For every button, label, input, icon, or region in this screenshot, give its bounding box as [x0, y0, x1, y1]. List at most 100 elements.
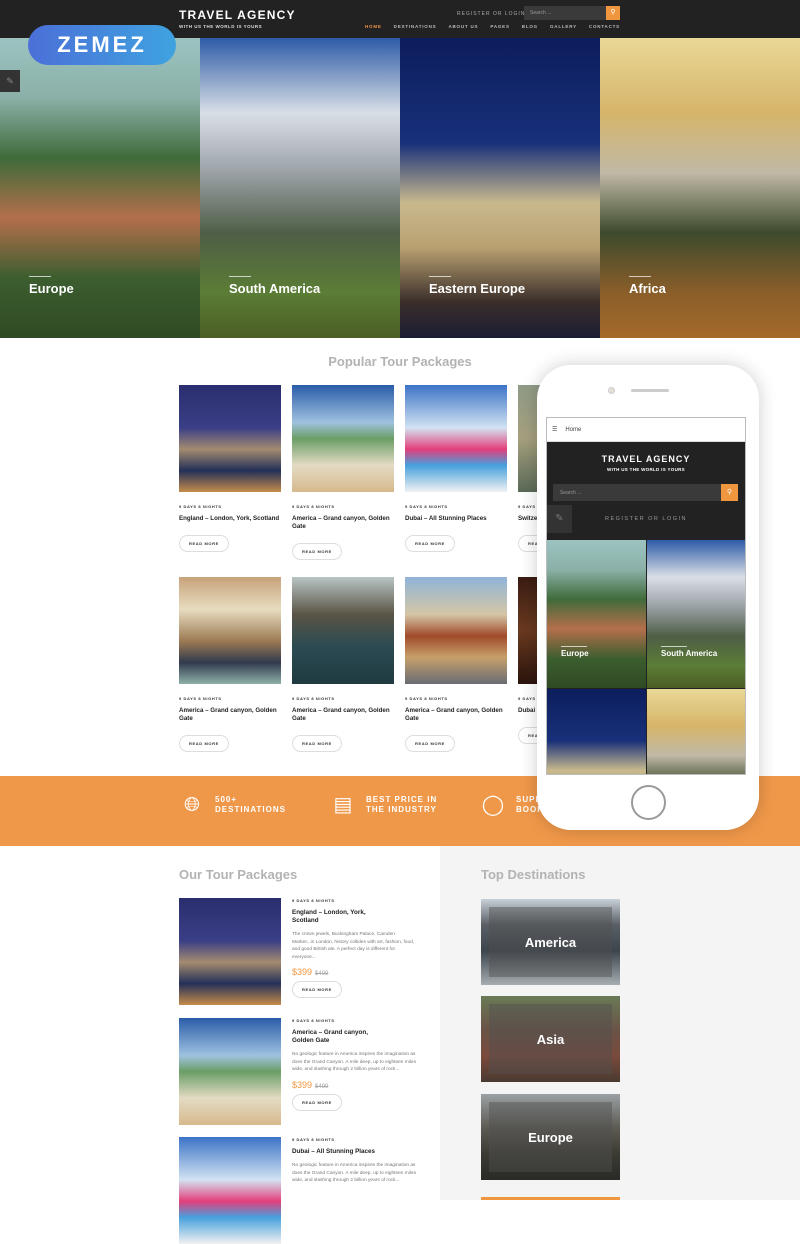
- hero-tile-south-america[interactable]: South America: [200, 38, 400, 338]
- tour-title[interactable]: Dubai – All Stunning Places: [405, 515, 507, 523]
- read-more-button[interactable]: READ MORE: [292, 981, 342, 998]
- nav-pages[interactable]: PAGES: [490, 24, 509, 29]
- hero-tile-label: Europe: [29, 281, 74, 296]
- site-tagline: WITH US THE WORLD IS YOURS: [179, 24, 263, 29]
- tour-duration: 9 DAYS 8 NIGHTS: [292, 696, 335, 701]
- mobile-search-input[interactable]: Search ...: [553, 484, 721, 501]
- section-title-destinations: Top Destinations: [481, 867, 586, 882]
- hero-tile-europe[interactable]: Europe: [0, 38, 200, 338]
- tour-description: No geologic feature in America inspires …: [292, 1052, 416, 1072]
- mobile-tile-label: Europe: [561, 649, 589, 658]
- mobile-menu-label: Home: [565, 426, 582, 433]
- feature-item: ▤ BEST PRICE IN THE INDUSTRY: [330, 792, 451, 818]
- nav-gallery[interactable]: GALLERY: [550, 24, 577, 29]
- divider: [661, 646, 687, 647]
- tour-image[interactable]: [292, 577, 394, 684]
- read-more-button[interactable]: READ MORE: [179, 535, 229, 552]
- old-price: $499: [315, 971, 329, 977]
- feature-text: 500+ DESTINATIONS: [215, 795, 286, 814]
- zemez-logo-badge[interactable]: ZEMEZ: [28, 25, 176, 65]
- tour-image[interactable]: [179, 1018, 281, 1125]
- tour-title[interactable]: America – Grand canyon, Golden Gate: [292, 1029, 372, 1045]
- read-more-button[interactable]: READ MORE: [179, 735, 229, 752]
- hero-tile-label: Africa: [629, 281, 666, 296]
- read-more-button[interactable]: READ MORE: [292, 1093, 342, 1111]
- tour-image[interactable]: [179, 385, 281, 492]
- nav-destinations[interactable]: DESTINATIONS: [394, 24, 437, 29]
- mobile-screen: ☰ Home TRAVEL AGENCY WITH US THE WORLD I…: [546, 417, 746, 775]
- feature-text: BEST PRICE IN THE INDUSTRY: [366, 795, 438, 814]
- read-more-button[interactable]: READ MORE: [292, 735, 342, 752]
- search-button[interactable]: ⚲: [606, 6, 620, 20]
- hamburger-icon[interactable]: ☰: [552, 426, 557, 433]
- mobile-brand: TRAVEL AGENCY WITH US THE WORLD IS YOURS: [547, 454, 745, 472]
- nav-home[interactable]: HOME: [365, 24, 382, 29]
- tour-image[interactable]: [179, 898, 281, 1005]
- tour-duration: 9 DAYS 8 NIGHTS: [292, 504, 335, 509]
- tour-title[interactable]: England – London, York, Scotland: [179, 515, 281, 523]
- search-input[interactable]: Search ...: [524, 6, 606, 20]
- tour-image[interactable]: [179, 1137, 281, 1244]
- tour-duration: 9 DAYS 8 NIGHTS: [179, 504, 222, 509]
- tour-description: No geologic feature in America inspires …: [292, 1163, 416, 1183]
- tour-image[interactable]: [179, 577, 281, 684]
- mobile-menu-bar[interactable]: ☰ Home: [547, 418, 745, 442]
- read-more-button[interactable]: READ MORE: [405, 735, 455, 752]
- tour-duration: 9 DAYS 8 NIGHTS: [179, 696, 222, 701]
- price-tag-icon: ▤: [333, 794, 353, 816]
- feature-item: 🌐︎ 500+ DESTINATIONS: [179, 792, 295, 818]
- mobile-tile-africa[interactable]: [647, 689, 745, 774]
- nav-blog[interactable]: BLOG: [522, 24, 538, 29]
- mobile-tile-eastern-europe[interactable]: [547, 689, 646, 774]
- tour-title[interactable]: America – Grand canyon, Golden Gate: [179, 707, 281, 723]
- pencil-icon: ✎: [6, 76, 14, 86]
- brand[interactable]: TRAVEL AGENCY WITH US THE WORLD IS YOURS: [179, 8, 296, 29]
- tour-price: $399 $499: [292, 1080, 417, 1090]
- tour-image[interactable]: [405, 577, 507, 684]
- read-more-button[interactable]: READ MORE: [292, 543, 342, 560]
- current-price: $399: [292, 967, 313, 977]
- tour-title[interactable]: America – Grand canyon, Golden Gate: [292, 707, 394, 723]
- destination-card-europe[interactable]: Europe: [481, 1094, 620, 1180]
- read-more-button[interactable]: READ MORE: [405, 535, 455, 552]
- tour-duration: 9 DAYS 8 NIGHTS: [292, 1018, 335, 1023]
- mobile-tagline: WITH US THE WORLD IS YOURS: [607, 467, 685, 472]
- mobile-destination-grid: Europe South America: [547, 540, 745, 774]
- divider: [629, 276, 651, 277]
- mobile-tile-south-america[interactable]: South America: [647, 540, 745, 688]
- tour-title[interactable]: Dubai – All Stunning Places: [292, 1148, 417, 1156]
- nav-about-us[interactable]: ABOUT US: [448, 24, 478, 29]
- nav-contacts[interactable]: CONTACTS: [589, 24, 620, 29]
- tour-image[interactable]: [292, 385, 394, 492]
- section-title-tours: Our Tour Packages: [179, 867, 298, 882]
- search-icon: ⚲: [610, 9, 616, 16]
- tour-card: 9 DAYS 8 NIGHTS Dubai – All Stunning Pla…: [405, 385, 507, 552]
- mobile-tile-label: South America: [661, 649, 718, 658]
- divider: [561, 646, 587, 647]
- hero-tile-eastern-europe[interactable]: Eastern Europe: [400, 38, 600, 338]
- register-login-link[interactable]: REGISTER OR LOGIN: [457, 11, 525, 17]
- divider: [229, 276, 251, 277]
- tour-title[interactable]: America – Grand canyon, Golden Gate: [405, 707, 507, 723]
- mobile-title: TRAVEL AGENCY: [601, 454, 691, 464]
- mobile-tile-europe[interactable]: Europe: [547, 540, 646, 688]
- mouse-click-icon: ◯: [481, 794, 505, 816]
- destination-card-asia[interactable]: Asia: [481, 996, 620, 1082]
- tour-duration: 9 DAYS 8 NIGHTS: [405, 504, 448, 509]
- tour-description: The crown jewels, Buckingham Palace, Cam…: [292, 932, 415, 960]
- tour-title[interactable]: England – London, York, Scotland: [292, 909, 372, 925]
- tour-price: $399 $499: [292, 967, 417, 977]
- tour-image[interactable]: [405, 385, 507, 492]
- mobile-search-button[interactable]: ⚲: [721, 484, 738, 501]
- mobile-register-login[interactable]: REGISTER OR LOGIN: [547, 516, 745, 522]
- phone-mockup: ☰ Home TRAVEL AGENCY WITH US THE WORLD I…: [537, 365, 759, 830]
- destination-label: Asia: [536, 1032, 565, 1047]
- edit-button[interactable]: ✎: [0, 70, 20, 92]
- hero-tile-africa[interactable]: Africa: [600, 38, 800, 338]
- hero-tile-label: South America: [229, 281, 321, 296]
- tour-card: 9 DAYS 8 NIGHTS America – Grand canyon, …: [179, 577, 281, 752]
- divider: [429, 276, 451, 277]
- globe-icon: 🌐︎: [184, 794, 200, 816]
- tour-title[interactable]: America – Grand canyon, Golden Gate: [292, 515, 394, 531]
- destination-card-america[interactable]: America: [481, 899, 620, 985]
